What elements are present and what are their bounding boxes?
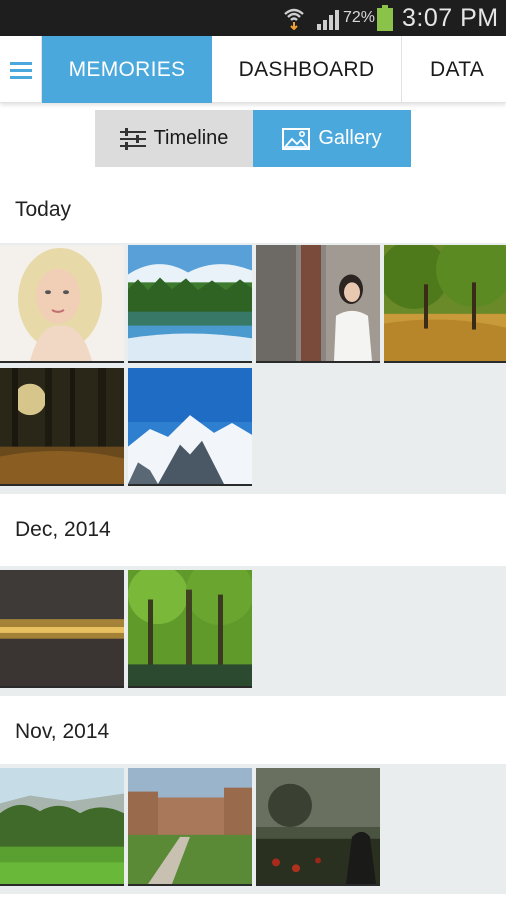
photo-thumbnail[interactable] [256, 768, 380, 886]
gallery-label: Gallery [318, 127, 382, 149]
photo-thumbnail[interactable] [0, 570, 124, 688]
tab-memories[interactable]: MEMORIES [42, 36, 212, 103]
sliders-icon [119, 127, 146, 150]
wifi-icon [284, 8, 304, 30]
section-label-nov-2014: Nov, 2014 [15, 720, 110, 743]
view-toggle: Timeline Gallery [95, 110, 411, 167]
photo-thumbnail[interactable] [0, 245, 124, 363]
timeline-toggle-button[interactable]: Timeline [95, 110, 253, 167]
status-time: 3:07 PM [402, 4, 499, 32]
tab-data[interactable]: DATA [402, 36, 506, 103]
section-label-today: Today [15, 198, 72, 221]
photo-thumbnail[interactable] [0, 768, 124, 886]
signal-icon [317, 10, 339, 30]
photo-thumbnail[interactable] [128, 245, 252, 363]
photo-thumbnail[interactable] [128, 368, 252, 486]
menu-button[interactable] [0, 36, 42, 103]
battery-icon [377, 5, 393, 31]
photo-thumbnail[interactable] [128, 570, 252, 688]
section-label-dec-2014: Dec, 2014 [15, 518, 111, 541]
photo-thumbnail[interactable] [384, 245, 506, 363]
battery-percentage: 72% [343, 9, 376, 26]
image-icon [282, 127, 311, 150]
app-tab-bar: MEMORIES DASHBOARD DATA [0, 36, 506, 103]
photo-thumbnail[interactable] [256, 245, 380, 363]
hamburger-menu-icon [9, 61, 32, 79]
timeline-label: Timeline [153, 127, 229, 149]
gallery-toggle-button[interactable]: Gallery [253, 110, 411, 167]
photo-thumbnail[interactable] [128, 768, 252, 886]
photo-thumbnail[interactable] [0, 368, 124, 486]
tab-dashboard[interactable]: DASHBOARD [212, 36, 402, 103]
status-bar: 72% 3:07 PM [0, 0, 506, 36]
